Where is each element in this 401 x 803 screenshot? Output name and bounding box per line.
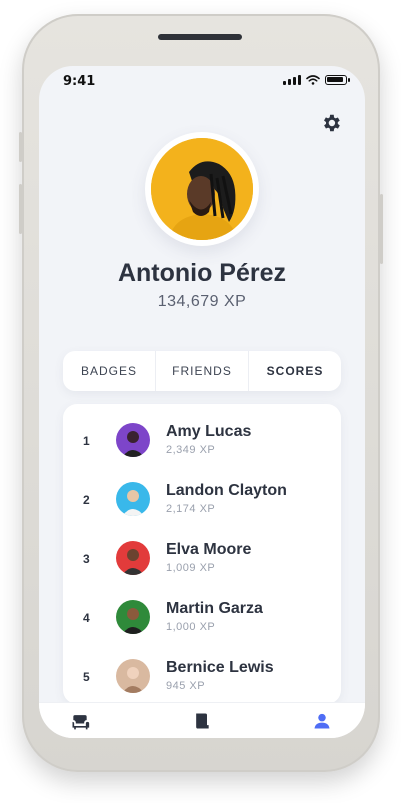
profile-avatar-ring [145, 132, 259, 246]
row-xp: 945 XP [166, 680, 206, 692]
book-icon[interactable] [192, 711, 212, 731]
status-time: 9:41 [63, 74, 96, 89]
row-xp: 1,009 XP [166, 562, 216, 574]
leaderboard-card: 1 Amy Lucas 2,349 XP 2 Landon Clayton 2,… [63, 404, 341, 704]
avatar [116, 659, 150, 693]
leaderboard-row[interactable]: 5 Bernice Lewis 945 XP [63, 648, 341, 704]
armchair-icon[interactable] [70, 711, 90, 731]
leaderboard-row[interactable]: 2 Landon Clayton 2,174 XP [63, 471, 341, 530]
avatar [116, 600, 150, 634]
row-rank: 3 [83, 552, 90, 566]
phone-side-button [19, 184, 22, 234]
status-bar: 9:41 [39, 66, 365, 96]
app-screen: 9:41 Antonio Pérez 134,679 XP BADGES FRI… [39, 66, 365, 738]
wifi-icon [306, 74, 320, 85]
row-rank: 5 [83, 670, 90, 684]
tab-friends[interactable]: FRIENDS [156, 351, 249, 391]
row-rank: 4 [83, 611, 90, 625]
bottom-nav [39, 702, 365, 738]
row-name: Amy Lucas [166, 423, 252, 440]
row-xp: 1,000 XP [166, 621, 216, 633]
row-name: Landon Clayton [166, 482, 287, 499]
battery-icon [325, 74, 350, 85]
tab-scores[interactable]: SCORES [249, 351, 341, 391]
row-name: Bernice Lewis [166, 659, 274, 676]
profile-avatar-image [151, 138, 253, 240]
leaderboard-row[interactable]: 4 Martin Garza 1,000 XP [63, 589, 341, 648]
avatar [116, 482, 150, 516]
leaderboard-row[interactable]: 3 Elva Moore 1,009 XP [63, 530, 341, 589]
profile-name: Antonio Pérez [117, 259, 287, 287]
leaderboard-row[interactable]: 1 Amy Lucas 2,349 XP [63, 412, 341, 471]
gear-icon[interactable] [320, 112, 342, 134]
row-name: Elva Moore [166, 541, 252, 558]
phone-side-button [19, 132, 22, 162]
row-rank: 2 [83, 493, 90, 507]
avatar [116, 541, 150, 575]
signal-bars-icon [283, 74, 301, 85]
profile-tabs: BADGES FRIENDS SCORES [63, 351, 341, 391]
profile-xp: 134,679 XP [157, 293, 247, 310]
row-xp: 2,349 XP [166, 444, 216, 456]
profile-avatar[interactable] [151, 138, 253, 240]
row-rank: 1 [83, 434, 90, 448]
status-icons [283, 74, 350, 85]
row-xp: 2,174 XP [166, 503, 216, 515]
phone-side-button [380, 194, 383, 264]
row-name: Martin Garza [166, 600, 263, 617]
tab-badges[interactable]: BADGES [63, 351, 156, 391]
avatar [116, 423, 150, 457]
phone-speaker [158, 34, 242, 40]
user-icon[interactable] [312, 711, 332, 731]
